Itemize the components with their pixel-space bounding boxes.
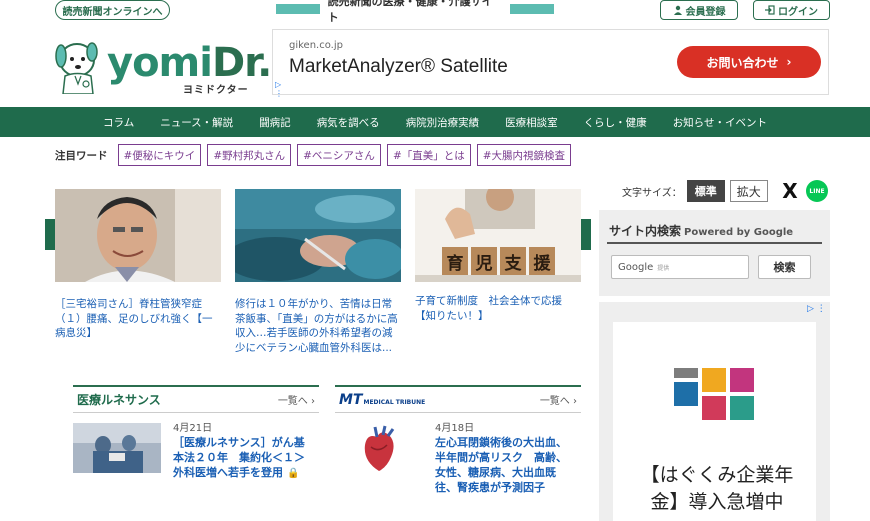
x-share-icon[interactable]: X <box>780 181 800 201</box>
hot-word-tag[interactable]: #便秘にキウイ <box>117 144 202 166</box>
wood-block: 育 <box>442 247 468 275</box>
wood-block: 支 <box>500 247 526 275</box>
site-tagline: 読売新聞の医療・健康・介護サイト <box>276 0 555 24</box>
member-register-label: 会員登録 <box>685 6 726 18</box>
font-size-control: 文字サイズ： 標準 拡大 <box>622 180 768 202</box>
site-search-heading: サイト内検索 <box>609 224 682 238</box>
nav-item-consult[interactable]: 医療相談室 <box>492 115 571 130</box>
hot-word-tag[interactable]: #「直美」とは <box>386 144 471 166</box>
login-button[interactable]: ログイン <box>753 0 830 20</box>
childcare-support-photo: 育 児 支 援 <box>415 189 581 282</box>
section-title[interactable]: 医療ルネサンス <box>77 391 161 408</box>
ad-contact-button[interactable]: お問い合わせ › <box>677 46 821 78</box>
wood-block: 援 <box>529 247 555 275</box>
section-header: 医療ルネサンス 一覧へ › <box>73 385 319 413</box>
wood-block: 児 <box>471 247 497 275</box>
card-caption[interactable]: ［三宅裕司さん］脊柱管狭窄症（１）腰痛、足のしびれ強く【一病息災】 <box>55 297 221 341</box>
article-title[interactable]: ［医療ルネサンス］がん基本法２０年 集約化＜１＞外科医増へ若手を登用 🔒 <box>173 435 313 481</box>
carousel-card[interactable]: 修行は１０年がかり、苦情は日常茶飯事、「直美」の方がはるかに高収入…若手医師の外… <box>225 189 405 355</box>
carousel-card[interactable]: ［三宅裕司さん］脊柱管狭窄症（１）腰痛、足のしびれ強く【一病息災】 <box>55 189 221 341</box>
wood-blocks: 育 児 支 援 <box>442 247 555 275</box>
dog-mascot-icon <box>55 42 98 94</box>
site-search: サイト内検索 Powered by Google Google 提供 検索 <box>599 210 830 296</box>
surgery-photo <box>225 189 405 282</box>
card-caption[interactable]: 修行は１０年がかり、苦情は日常茶飯事、「直美」の方がはるかに高収入…若手医師の外… <box>235 297 401 355</box>
logo-wordmark: yomiDr. <box>107 40 272 86</box>
mt-logo-mark: MT <box>339 391 363 408</box>
nav-item-disease[interactable]: 病気を調べる <box>304 115 393 130</box>
nav-item-column[interactable]: コラム <box>90 115 147 130</box>
line-share-icon[interactable]: LINE <box>806 180 828 202</box>
heart-thumbnail <box>335 423 423 473</box>
ad-domain: giken.co.jp <box>289 40 343 51</box>
lock-icon: 🔒 <box>287 468 300 479</box>
ad-product: MarketAnalyzer® Satellite <box>289 56 508 77</box>
nav-item-hospital[interactable]: 病院別治療実績 <box>393 115 493 130</box>
login-label: ログイン <box>778 6 818 18</box>
ad-contact-label: お問い合わせ <box>706 55 779 70</box>
sidebar-ad-headline: 【はぐくみ企業年金】導入急増中 <box>640 464 794 513</box>
top-bar: 読売新聞オンラインへ 読売新聞の医療・健康・介護サイト 会員登録 ログイン <box>0 0 870 24</box>
main-nav: コラム ニュース・解説 闘病記 病気を調べる 病院別治療実績 医療相談室 くらし… <box>0 107 870 137</box>
logo-dr: Dr. <box>211 40 272 86</box>
view-all-link[interactable]: 一覧へ › <box>278 392 315 407</box>
search-input-sub: 提供 <box>657 264 670 272</box>
logo-yomi: yomi <box>107 40 213 86</box>
color-blocks-logo <box>674 368 754 420</box>
font-size-label: 文字サイズ： <box>622 187 682 199</box>
carousel-card[interactable]: 育 児 支 援 子育て新制度 社会全体で応援【知りたい！】 <box>415 189 581 323</box>
powered-by-google: Powered by Google <box>684 227 794 238</box>
sidebar-ad[interactable]: ▷ ⋮ 【はぐくみ企業年金】導入急増中 <box>599 302 830 521</box>
logo-kana: ヨミドクター <box>183 85 249 96</box>
hot-word-tag[interactable]: #野村邦丸さん <box>207 144 292 166</box>
surgery-thumbnail <box>73 423 161 473</box>
nav-item-events[interactable]: お知らせ・イベント <box>660 115 780 130</box>
site-search-title: サイト内検索 Powered by Google <box>609 222 793 239</box>
hot-word-tag[interactable]: #大腸内視鏡検査 <box>476 144 572 166</box>
medical-renaissance-section: 医療ルネサンス 一覧へ › 4月21日 ［医療ルネサンス］がん基本法２０年 集約… <box>73 385 319 513</box>
font-size-large-button[interactable]: 拡大 <box>729 180 768 202</box>
view-all-link[interactable]: 一覧へ › <box>540 392 577 407</box>
article-title-text: ［医療ルネサンス］がん基本法２０年 集約化＜１＞外科医増へ若手を登用 <box>173 436 305 479</box>
article-title[interactable]: 左心耳閉鎖術後の大出血、半年間が高リスク 高齢、女性、糖尿病、大出血既往、腎疾患… <box>435 435 575 495</box>
adchoices-icon[interactable]: ▷ ⋮ <box>275 80 283 98</box>
nav-item-news[interactable]: ニュース・解説 <box>147 115 246 130</box>
chevron-right-icon: › <box>786 55 792 69</box>
section-header: MT MEDICAL TRIBUNE 一覧へ › <box>335 385 581 413</box>
font-size-standard-button[interactable]: 標準 <box>686 180 725 202</box>
hot-words-label: 注目ワード <box>55 149 108 162</box>
portrait-photo <box>55 189 221 282</box>
sidebar-ad-content: 【はぐくみ企業年金】導入急増中 <box>613 322 816 521</box>
tagline-text: 読売新聞の医療・健康・介護サイト <box>327 0 493 24</box>
site-logo[interactable]: yomiDr. ヨミドクター <box>55 40 272 96</box>
article-date: 4月21日 <box>173 423 213 434</box>
medical-tribune-section: MT MEDICAL TRIBUNE 一覧へ › 4月18日 左心耳閉鎖術後の大… <box>335 385 581 513</box>
article-entry[interactable]: 4月18日 左心耳閉鎖術後の大出血、半年間が高リスク 高齢、女性、糖尿病、大出血… <box>335 413 581 513</box>
tagline-bar-right <box>510 4 555 14</box>
article-entry[interactable]: 4月21日 ［医療ルネサンス］がん基本法２０年 集約化＜１＞外科医増へ若手を登用… <box>73 413 319 513</box>
article-date: 4月18日 <box>435 423 475 434</box>
medical-tribune-logo[interactable]: MT MEDICAL TRIBUNE <box>339 392 425 408</box>
card-caption[interactable]: 子育て新制度 社会全体で応援【知りたい！】 <box>415 294 581 323</box>
divider <box>607 242 822 244</box>
hot-word-tag[interactable]: #ベニシアさん <box>297 144 381 166</box>
hot-words: 注目ワード #便秘にキウイ #野村邦丸さん #ベニシアさん #「直美」とは #大… <box>55 144 572 166</box>
login-icon <box>765 5 775 15</box>
mt-logo-text: MEDICAL TRIBUNE <box>363 398 426 406</box>
nav-item-life[interactable]: くらし・健康 <box>571 115 660 130</box>
top-ad-banner[interactable]: giken.co.jp MarketAnalyzer® Satellite お問… <box>272 29 829 98</box>
adchoices-icon[interactable]: ▷ ⋮ <box>807 304 826 314</box>
search-input[interactable]: Google 提供 <box>611 255 749 279</box>
member-register-button[interactable]: 会員登録 <box>660 0 738 20</box>
tagline-bar-left <box>276 4 320 14</box>
nav-item-diary[interactable]: 闘病記 <box>246 115 304 130</box>
search-input-brand: Google <box>618 261 654 273</box>
yomiuri-online-link[interactable]: 読売新聞オンラインへ <box>55 0 170 20</box>
user-icon <box>673 5 682 15</box>
search-button[interactable]: 検索 <box>758 255 811 279</box>
